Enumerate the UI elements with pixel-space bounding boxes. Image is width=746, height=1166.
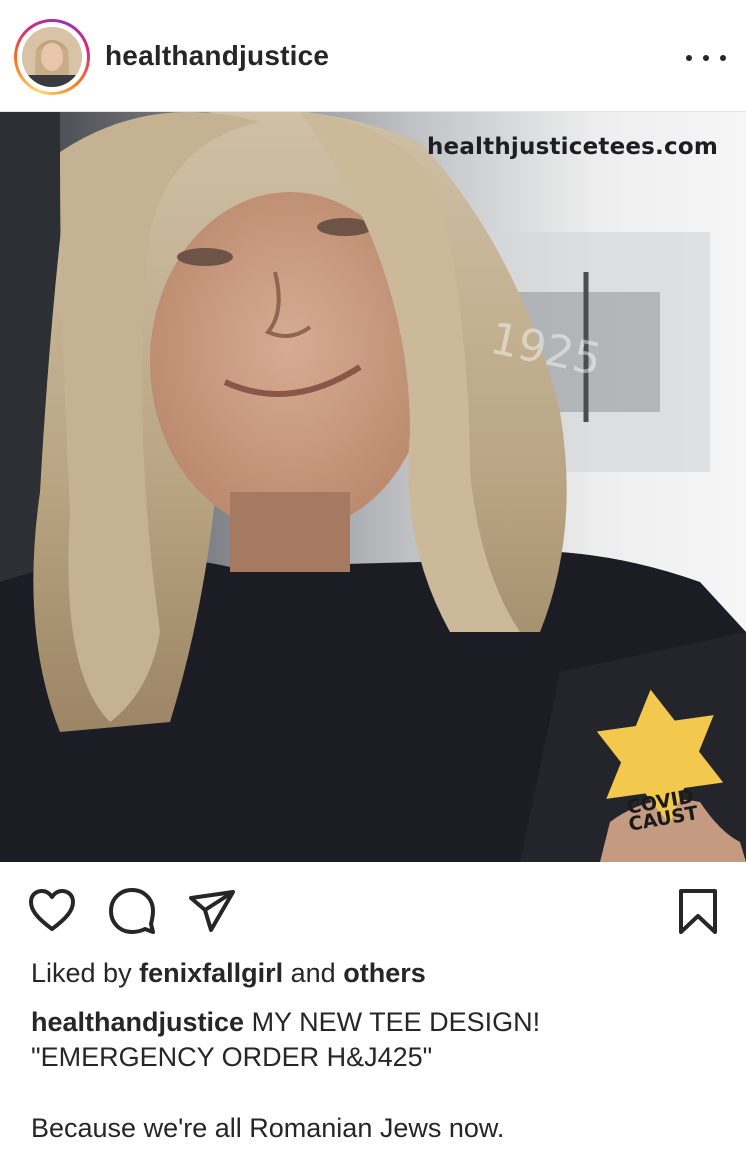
- dot: [720, 55, 726, 61]
- share-icon[interactable]: [187, 886, 237, 936]
- bookmark-icon[interactable]: [673, 886, 723, 936]
- comment-icon[interactable]: [107, 886, 157, 936]
- heart-icon[interactable]: [27, 886, 77, 936]
- caption-username[interactable]: healthandjustice: [31, 1007, 244, 1037]
- more-options-icon[interactable]: [686, 46, 726, 70]
- post-header: healthandjustice: [0, 0, 746, 112]
- avatar[interactable]: [14, 19, 90, 95]
- likes-others-link[interactable]: others: [343, 958, 426, 988]
- dot: [703, 55, 709, 61]
- post-username[interactable]: healthandjustice: [105, 40, 329, 72]
- likes-summary: Liked by fenixfallgirl and others: [31, 958, 426, 989]
- post-caption: healthandjustice MY NEW TEE DESIGN! "EME…: [31, 1005, 721, 1146]
- dot: [686, 55, 692, 61]
- caption-text-3: Because we're all Romanian Jews now.: [31, 1113, 505, 1143]
- caption-line-1: healthandjustice MY NEW TEE DESIGN!: [31, 1005, 721, 1040]
- avatar-border: [17, 22, 87, 92]
- likes-and: and: [290, 958, 336, 988]
- watermark-text: healthjusticetees.com: [426, 134, 718, 160]
- caption-text-2: "EMERGENCY ORDER H&J425": [31, 1042, 433, 1072]
- caption-text-1: MY NEW TEE DESIGN!: [251, 1007, 541, 1037]
- avatar-portrait: [22, 27, 82, 87]
- action-bar: [0, 862, 746, 962]
- likes-prefix: Liked by: [31, 958, 132, 988]
- post-image[interactable]: 1925 healthjusticetees.com COVID CAUST: [0, 112, 746, 862]
- avatar-image: [22, 27, 82, 87]
- liker-username[interactable]: fenixfallgirl: [139, 958, 283, 988]
- post-photo: 1925: [0, 112, 746, 862]
